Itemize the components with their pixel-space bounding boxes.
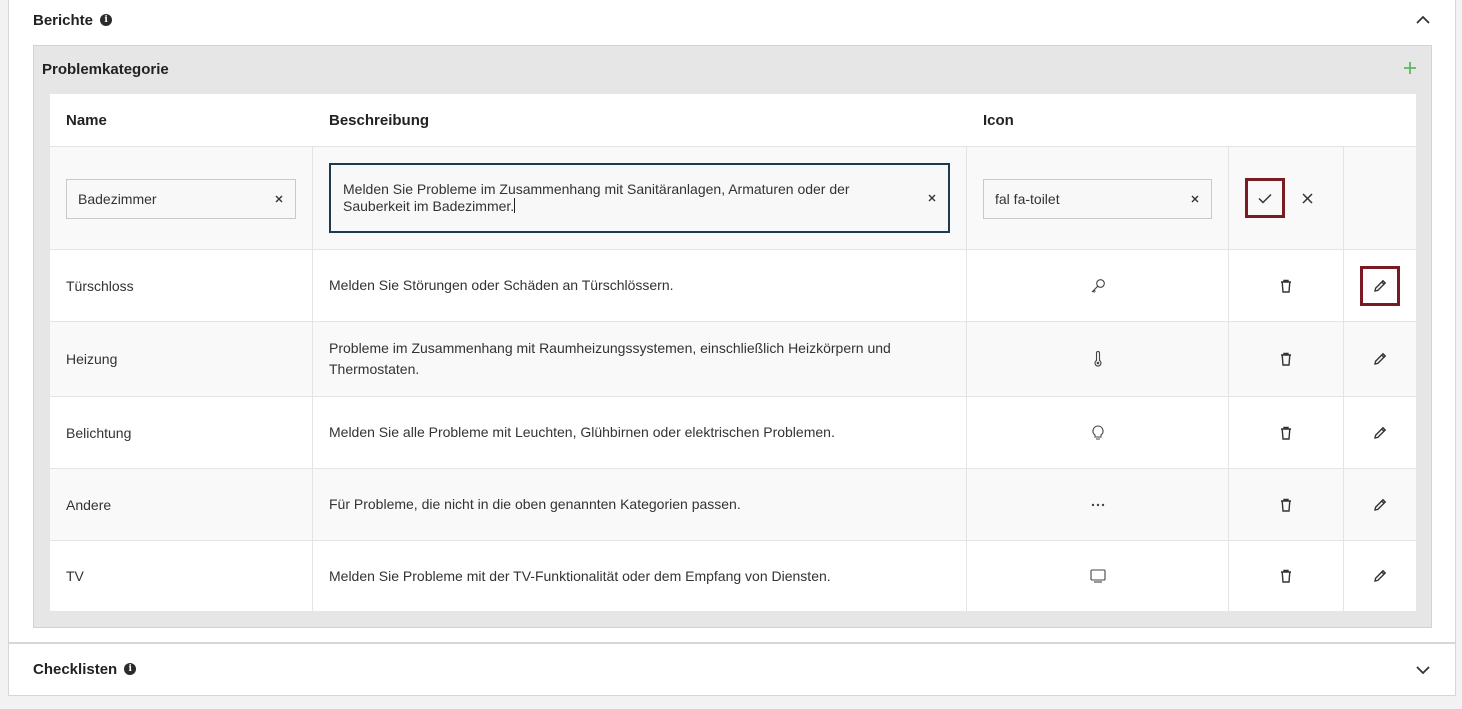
clear-name-icon[interactable]	[274, 194, 284, 204]
row-name: Andere	[50, 469, 313, 540]
reports-title: Berichte	[33, 11, 94, 29]
chevron-down-icon[interactable]	[1415, 662, 1431, 678]
info-icon[interactable]: i	[124, 663, 137, 675]
trash-icon	[1281, 498, 1291, 512]
category-table: Name Beschreibung Icon Badezimmer Melden…	[50, 94, 1416, 611]
checklists-header[interactable]: Checklisten i	[33, 659, 137, 679]
checklists-title: Checklisten	[33, 660, 118, 678]
lightbulb-icon	[1092, 424, 1103, 440]
row-description: Melden Sie alle Probleme mit Leuchten, G…	[313, 397, 967, 468]
trash-icon	[1281, 569, 1291, 583]
table-row: Heizung Probleme im Zusammenhang mit Rau…	[50, 321, 1416, 396]
table-row: Andere Für Probleme, die nicht in die ob…	[50, 468, 1416, 540]
table-row: Türschloss Melden Sie Störungen oder Sch…	[50, 249, 1416, 321]
category-panel-title: Problemkategorie	[42, 61, 169, 78]
row-name: Belichtung	[50, 397, 313, 468]
description-input[interactable]: Melden Sie Probleme im Zusammenhang mit …	[329, 163, 950, 233]
delete-button[interactable]	[1266, 413, 1306, 453]
delete-button[interactable]	[1266, 339, 1306, 379]
edit-button[interactable]	[1360, 339, 1400, 379]
row-description: Probleme im Zusammenhang mit Raumheizung…	[313, 322, 967, 396]
table-header-row: Name Beschreibung Icon	[50, 94, 1416, 146]
pencil-icon	[1374, 279, 1387, 292]
pencil-icon	[1374, 426, 1387, 439]
clear-icon-class-icon[interactable]	[1190, 194, 1200, 204]
checklists-panel: Checklisten i	[8, 643, 1456, 696]
ellipsis-icon	[1091, 503, 1104, 506]
reports-panel: Berichte i Problemkategorie Name Beschre…	[8, 0, 1456, 643]
category-panel: Problemkategorie Name Beschreibung Icon …	[33, 45, 1432, 628]
trash-icon	[1281, 352, 1291, 366]
pencil-icon	[1374, 352, 1387, 365]
edit-button[interactable]	[1360, 413, 1400, 453]
pencil-icon	[1374, 569, 1387, 582]
confirm-button[interactable]	[1245, 178, 1285, 218]
pencil-icon	[1374, 498, 1387, 511]
add-category-button[interactable]	[1403, 61, 1419, 77]
row-description: Für Probleme, die nicht in die oben gena…	[313, 469, 967, 540]
edit-button[interactable]	[1360, 485, 1400, 525]
close-icon	[1301, 192, 1313, 204]
table-row: TV Melden Sie Probleme mit der TV-Funkti…	[50, 540, 1416, 611]
trash-icon	[1281, 279, 1291, 293]
row-description: Melden Sie Probleme mit der TV-Funktiona…	[313, 541, 967, 611]
delete-button[interactable]	[1266, 485, 1306, 525]
edit-button[interactable]	[1360, 265, 1400, 306]
text-caret	[514, 198, 516, 213]
row-name: TV	[50, 541, 313, 611]
delete-button[interactable]	[1266, 556, 1306, 596]
column-header-name: Name	[66, 111, 107, 129]
thermometer-icon	[1093, 351, 1102, 367]
cancel-button[interactable]	[1287, 178, 1327, 218]
check-icon	[1258, 193, 1272, 204]
key-icon	[1091, 278, 1105, 293]
chevron-up-icon[interactable]	[1415, 11, 1431, 27]
tv-icon	[1089, 569, 1106, 583]
reports-header[interactable]: Berichte i	[33, 10, 113, 30]
plus-icon	[1404, 62, 1416, 74]
column-header-icon: Icon	[983, 111, 1014, 129]
edit-button[interactable]	[1360, 556, 1400, 596]
info-icon[interactable]: i	[100, 14, 113, 26]
row-description: Melden Sie Störungen oder Schäden an Tür…	[313, 250, 967, 321]
row-name: Türschloss	[50, 250, 313, 321]
column-header-description: Beschreibung	[329, 111, 430, 129]
row-name: Heizung	[50, 322, 313, 396]
name-input[interactable]: Badezimmer	[66, 179, 296, 219]
trash-icon	[1281, 426, 1291, 440]
table-row: Belichtung Melden Sie alle Probleme mit …	[50, 396, 1416, 468]
icon-class-input[interactable]: fal fa-toilet	[983, 179, 1212, 219]
clear-description-icon[interactable]	[927, 193, 937, 203]
table-row-editing: Badezimmer Melden Sie Probleme im Zusamm…	[50, 146, 1416, 249]
delete-button[interactable]	[1266, 266, 1306, 306]
